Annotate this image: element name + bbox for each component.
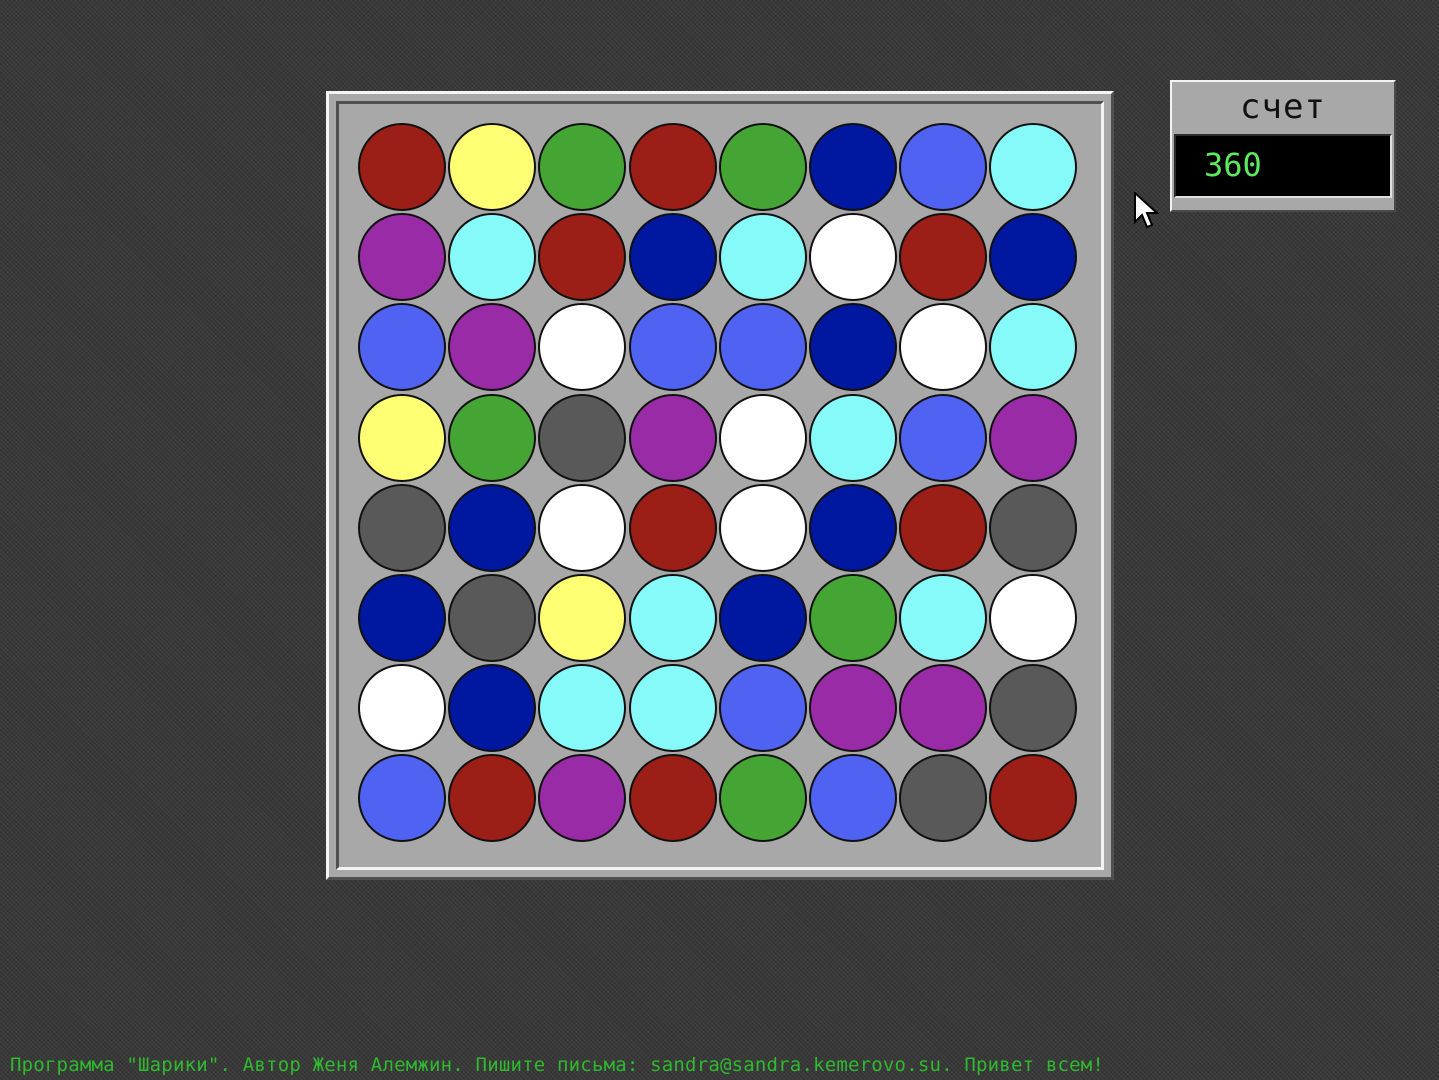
ball-cyan[interactable]	[628, 574, 717, 662]
ball-purple[interactable]	[628, 393, 717, 482]
ball-gray[interactable]	[989, 664, 1078, 753]
ball-blue[interactable]	[809, 754, 897, 843]
score-display: 360	[1174, 134, 1392, 198]
ball-blue[interactable]	[718, 303, 807, 392]
ball-red[interactable]	[538, 213, 627, 302]
ball-cyan[interactable]	[809, 393, 897, 482]
ball-gray[interactable]	[538, 393, 627, 482]
ball-red[interactable]	[358, 123, 446, 211]
ball-navy[interactable]	[448, 483, 537, 572]
ball-gray[interactable]	[358, 483, 446, 572]
ball-white[interactable]	[358, 664, 446, 753]
ball-red[interactable]	[899, 483, 988, 572]
ball-blue[interactable]	[899, 123, 988, 211]
ball-navy[interactable]	[718, 574, 807, 662]
board-inner-frame	[336, 101, 1104, 870]
ball-white[interactable]	[899, 303, 988, 392]
ball-green[interactable]	[448, 393, 537, 482]
ball-navy[interactable]	[448, 664, 537, 753]
ball-gray[interactable]	[448, 574, 537, 662]
ball-purple[interactable]	[989, 393, 1078, 482]
score-label: счет	[1240, 87, 1326, 127]
ball-green[interactable]	[718, 123, 807, 211]
ball-cyan[interactable]	[628, 664, 717, 753]
ball-red[interactable]	[899, 213, 988, 302]
ball-white[interactable]	[809, 213, 897, 302]
ball-navy[interactable]	[809, 303, 897, 392]
ball-navy[interactable]	[628, 213, 717, 302]
ball-blue[interactable]	[358, 754, 446, 843]
ball-cyan[interactable]	[899, 574, 988, 662]
arrow-pointer-icon	[1134, 192, 1160, 229]
ball-blue[interactable]	[628, 303, 717, 392]
ball-purple[interactable]	[358, 213, 446, 302]
ball-cyan[interactable]	[448, 213, 537, 302]
ball-white[interactable]	[718, 483, 807, 572]
ball-purple[interactable]	[809, 664, 897, 753]
ball-green[interactable]	[718, 754, 807, 843]
ball-blue[interactable]	[718, 664, 807, 753]
game-board	[326, 91, 1114, 880]
ball-cyan[interactable]	[989, 123, 1078, 211]
ball-gray[interactable]	[989, 483, 1078, 572]
ball-navy[interactable]	[358, 574, 446, 662]
ball-blue[interactable]	[358, 303, 446, 392]
ball-navy[interactable]	[989, 213, 1078, 302]
ball-yellow[interactable]	[358, 393, 446, 482]
score-panel: счет 360	[1170, 80, 1396, 212]
ball-cyan[interactable]	[538, 664, 627, 753]
ball-red[interactable]	[448, 754, 537, 843]
ball-gray[interactable]	[899, 754, 988, 843]
ball-navy[interactable]	[809, 483, 897, 572]
ball-white[interactable]	[989, 574, 1078, 662]
ball-yellow[interactable]	[538, 574, 627, 662]
ball-yellow[interactable]	[448, 123, 537, 211]
ball-purple[interactable]	[899, 664, 988, 753]
ball-white[interactable]	[538, 483, 627, 572]
ball-cyan[interactable]	[718, 213, 807, 302]
ball-white[interactable]	[718, 393, 807, 482]
ball-red[interactable]	[628, 123, 717, 211]
ball-blue[interactable]	[899, 393, 988, 482]
ball-purple[interactable]	[448, 303, 537, 392]
ball-red[interactable]	[628, 754, 717, 843]
score-value: 360	[1204, 146, 1262, 184]
ball-red[interactable]	[628, 483, 717, 572]
ball-green[interactable]	[538, 123, 627, 211]
ball-green[interactable]	[809, 574, 897, 662]
footer-credits: Программа "Шарики". Автор Женя Алемжин. …	[10, 1054, 1105, 1076]
ball-navy[interactable]	[809, 123, 897, 211]
